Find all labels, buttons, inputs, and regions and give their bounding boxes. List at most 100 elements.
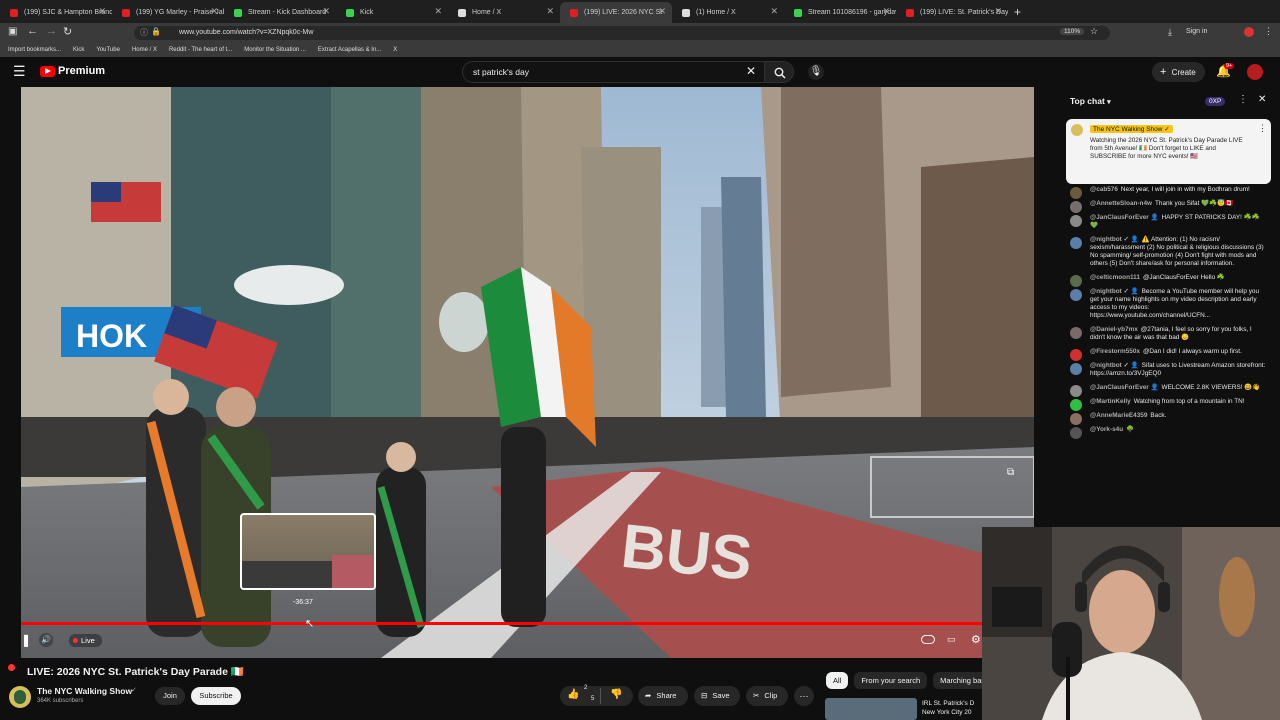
save-button[interactable]: ⊟ Save [694, 686, 740, 706]
captions-icon[interactable]: ▭ [947, 634, 956, 645]
divider [600, 688, 601, 704]
search-button[interactable] [764, 61, 794, 83]
site-info-icon[interactable]: ⓘ [140, 27, 148, 38]
recommendation-title[interactable]: IRL St. Patrick's D New York City 20 [922, 699, 982, 719]
recommendation-thumbnail[interactable] [825, 698, 917, 720]
chat-author[interactable]: @Daniel-yb7mx [1090, 326, 1138, 333]
chat-mode-dropdown[interactable]: Top chat ▾ [1070, 96, 1111, 106]
sidebar-toggle-icon[interactable]: ▣ [8, 26, 17, 37]
chat-author[interactable]: @MartinKelly [1090, 398, 1131, 405]
browser-tab[interactable]: Stream - Kick Dashboard ✕ [224, 2, 336, 23]
close-tab-icon[interactable]: ✕ [658, 6, 666, 17]
bookmark-item[interactable]: Home / X [132, 47, 157, 53]
close-tab-icon[interactable]: ✕ [98, 6, 106, 17]
close-tab-icon[interactable]: ✕ [994, 6, 1002, 17]
chat-author[interactable]: @JanClausForEver 👤 [1090, 214, 1159, 221]
bookmark-item[interactable]: Extract Acapellas & In... [318, 47, 381, 53]
chat-author[interactable]: @celticmoon111 [1090, 274, 1140, 281]
back-icon[interactable]: ← [27, 25, 38, 37]
youtube-logo-icon[interactable] [40, 66, 55, 77]
chat-author[interactable]: @nightbot ✓ 👤 [1090, 236, 1139, 243]
browser-tab[interactable]: (199) YG Marley - Praise Jah In✕ [112, 2, 224, 23]
forward-icon[interactable]: → [46, 25, 57, 37]
miniplayer-icon[interactable]: ⧉ [1007, 467, 1014, 478]
bookmark-item[interactable]: Import bookmarks... [8, 47, 61, 53]
pinned-menu-icon[interactable]: ⋮ [1258, 123, 1267, 134]
channel-name[interactable]: The NYC Walking Show [37, 686, 132, 696]
dislike-icon[interactable]: 👎 [610, 689, 622, 700]
chat-text: Next year, I will join in with my Bodhra… [1120, 186, 1250, 193]
close-tab-icon[interactable]: ✕ [546, 6, 554, 17]
close-tab-icon[interactable]: ✕ [770, 6, 778, 17]
chat-author[interactable]: @AnneMarieE4359 [1090, 412, 1147, 419]
progress-track[interactable] [21, 622, 1007, 625]
chat-menu-icon[interactable]: ⋮ [1238, 94, 1248, 105]
close-chat-icon[interactable]: ✕ [1258, 94, 1266, 105]
avatar[interactable] [1247, 64, 1263, 80]
close-tab-icon[interactable]: ✕ [322, 6, 330, 17]
download-icon[interactable]: ⤓ [1168, 27, 1172, 38]
browser-tab[interactable]: (1) Home / X ✕ [672, 2, 784, 23]
sign-in-button[interactable]: Sign in [1186, 28, 1207, 35]
live-badge-dot [8, 664, 15, 671]
autoplay-toggle[interactable] [921, 635, 935, 644]
youtube-premium-label[interactable]: Premium [58, 65, 105, 77]
browser-tab[interactable]: (199) LIVE: St. Patrick's Day pa✕ [896, 2, 1008, 23]
like-count: 2 [584, 685, 588, 691]
voice-search-icon[interactable]: 🎙 [808, 64, 824, 80]
zoom-level[interactable]: 110% [1060, 28, 1085, 35]
chat-author[interactable]: @JanClausForEver 👤 [1090, 384, 1159, 391]
chat-author[interactable]: @Firestorm550x [1090, 348, 1140, 355]
share-button[interactable]: ➦ Share [638, 686, 688, 706]
bookmark-item[interactable]: Kick [73, 47, 84, 53]
chat-message: @JanClausForEver 👤 WELCOME 2.8K VIEWERS! … [1060, 381, 1272, 397]
address-bar[interactable]: ⓘ 🔒 www.youtube.com/watch?v=XZNpqk0c-Mw … [134, 26, 1110, 40]
chat-author[interactable]: @York-s4u [1090, 426, 1123, 433]
close-tab-icon[interactable]: ✕ [882, 6, 890, 17]
bookmark-item[interactable]: Reddit - The heart of t... [169, 47, 232, 53]
pinned-message: The NYC Walking Show ✓ Watching the 2026… [1066, 119, 1271, 184]
browser-tab[interactable]: Home / X ✕ [448, 2, 560, 23]
chat-author[interactable]: @nightbot ✓ 👤 [1090, 288, 1139, 295]
browser-menu-icon[interactable]: ⋮ [1264, 26, 1273, 37]
browser-tab[interactable]: Stream 101086196 - garydavid ✕ [784, 2, 896, 23]
join-button[interactable]: Join [155, 687, 185, 705]
bookmark-star-icon[interactable]: ☆ [1090, 26, 1098, 37]
chat-author[interactable]: @AnnetteSloan-n4w [1090, 200, 1152, 207]
live-label: Live [81, 636, 95, 645]
live-indicator[interactable]: Live [69, 634, 102, 647]
close-tab-icon[interactable]: ✕ [210, 6, 218, 17]
volume-icon[interactable]: 🔊 [39, 633, 53, 647]
create-button[interactable]: + Create [1152, 62, 1205, 82]
bookmark-item[interactable]: X [393, 47, 397, 53]
reload-icon[interactable]: ↻ [63, 25, 72, 38]
close-tab-icon[interactable]: ✕ [434, 6, 442, 17]
video-player[interactable]: BUS HOK -36:37 ↖ ❚❚ [21, 87, 1034, 658]
new-tab-button[interactable]: + [1014, 5, 1021, 19]
browser-tab[interactable]: (199) LIVE: 2026 NYC St ✕ [560, 2, 672, 23]
chat-author[interactable]: @cab576 [1090, 186, 1118, 193]
settings-gear-icon[interactable]: ⚙ [971, 633, 981, 646]
filter-chip[interactable]: All [826, 672, 849, 689]
more-actions-button[interactable]: ⋯ [794, 686, 814, 706]
points-badge[interactable]: 0XP [1205, 97, 1226, 106]
search-input[interactable]: st patrick's day ✕ [462, 61, 766, 83]
subscribe-button[interactable]: Subscribe [191, 687, 241, 705]
extension-icon[interactable] [1244, 27, 1254, 37]
clip-button[interactable]: ✂ Clip [746, 686, 788, 706]
pause-icon[interactable]: ❚❚ [21, 633, 31, 647]
clear-search-icon[interactable]: ✕ [746, 64, 756, 78]
chat-message: @Daniel-yb7mx @27tania, I feel so sorry f… [1060, 323, 1272, 345]
like-icon[interactable]: 👍 [567, 689, 579, 700]
chat-message: @AnneMarieE4359 Back. [1060, 409, 1272, 425]
bookmark-item[interactable]: Monitor the Situation ... [244, 47, 306, 53]
filter-chip[interactable]: From your search [854, 672, 928, 689]
channel-avatar[interactable] [9, 686, 31, 708]
browser-tab[interactable]: (199) SJC & Hampton Brandon ✕ [0, 2, 112, 23]
bookmark-item[interactable]: YouTube [96, 47, 120, 53]
pinned-text: Watching the 2026 NYC St. Patrick's Day … [1090, 137, 1243, 160]
menu-icon[interactable]: ☰ [13, 63, 26, 80]
tab-favicon-icon [346, 9, 354, 17]
browser-tab[interactable]: Kick ✕ [336, 2, 448, 23]
chat-author[interactable]: @nightbot ✓ 👤 [1090, 362, 1139, 369]
